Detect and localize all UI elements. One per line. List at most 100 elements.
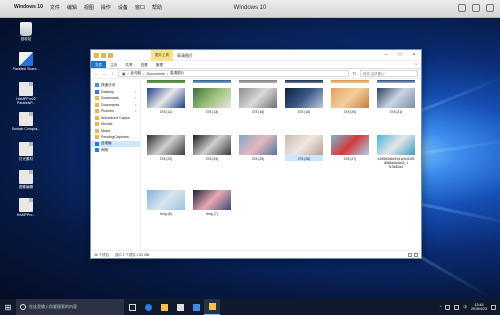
file-thumbnail[interactable]: 378 (25) <box>239 135 277 161</box>
taskbar-app-store[interactable] <box>172 299 188 315</box>
file-thumbnail[interactable]: 378 (16) <box>239 88 277 114</box>
image-preview <box>331 88 369 108</box>
breadcrumb-item[interactable]: Documents <box>147 72 165 76</box>
file-thumbnail[interactable] <box>239 80 277 83</box>
large-icons-view-icon[interactable] <box>414 252 418 257</box>
file-thumbnail[interactable]: 378 (11) <box>147 88 185 114</box>
tab-share[interactable]: 共享 <box>121 61 136 68</box>
folder-icon <box>95 122 99 127</box>
minimize-icon[interactable]: – <box>379 50 393 61</box>
file-name: 378 (26) <box>297 157 311 161</box>
tab-home[interactable]: 主页 <box>106 61 121 68</box>
close-icon[interactable]: × <box>407 50 421 61</box>
file-thumbnail[interactable]: 378 (24) <box>193 135 231 161</box>
file-name: 378 (18) <box>297 110 311 114</box>
image-preview <box>239 88 277 108</box>
file-thumbnail[interactable]: 378 (27) <box>331 135 369 161</box>
explorer-window-icon <box>208 303 216 310</box>
host-tool-icon[interactable] <box>486 4 494 12</box>
file-thumbnail[interactable]: timg (6) <box>147 190 185 216</box>
taskbar-app-file-explorer[interactable] <box>156 299 172 315</box>
breadcrumb[interactable]: ▣ › 此电脑 › Documents › 高清图片 <box>118 70 349 77</box>
view-switcher <box>408 252 418 257</box>
file-thumbnail[interactable]: 378 (20) <box>331 88 369 114</box>
image-preview <box>239 80 277 83</box>
desktop-icon-file[interactable]: HAMPPro22 ParallelsP... <box>10 82 42 105</box>
taskbar-app-task-view[interactable] <box>124 299 140 315</box>
taskbar: ⊞ 在这里输入你要搜索的内容 ^ 中 13:45 2019/4/23 <box>0 299 500 315</box>
search-input[interactable]: 搜索"高清图片" <box>360 70 418 77</box>
image-preview <box>193 135 231 155</box>
file-thumbnail[interactable] <box>331 80 369 83</box>
maximize-icon[interactable]: □ <box>393 50 407 61</box>
desktop-icon-file[interactable]: Smicab Compos... <box>10 112 42 131</box>
desktop-icon-file[interactable]: 灯光素材 <box>10 142 42 161</box>
folder-icon <box>95 102 99 107</box>
tray-chevron-icon[interactable]: ^ <box>440 305 442 309</box>
input-method-indicator[interactable]: 中 <box>463 305 467 310</box>
file-thumbnail[interactable]: e2e8d3d8e1941e5412f5 d0a8a4a4a43_1 f1364… <box>377 135 415 169</box>
breadcrumb-separator: › <box>127 71 129 76</box>
up-arrow-icon[interactable]: ↑ <box>110 71 115 76</box>
tab-file[interactable]: 文件 <box>91 61 107 68</box>
file-thumbnail[interactable] <box>285 80 323 83</box>
file-thumbnail[interactable]: 378 (21) <box>377 88 415 114</box>
start-button[interactable]: ⊞ <box>0 299 16 315</box>
desktop-icon-file[interactable]: HAMPPro... <box>10 198 42 217</box>
file-thumbnail[interactable]: 378 (22) <box>147 135 185 161</box>
image-preview <box>193 88 231 108</box>
nav-item-network[interactable]: 网络 <box>91 147 140 154</box>
explorer-title-bar[interactable]: 图片工具 高清图片 – □ × <box>91 50 421 61</box>
file-list[interactable]: 378 (11) 378 (13) 378 (16) 378 (18) 378 (20)… <box>141 80 421 250</box>
help-icon[interactable]: ? <box>411 61 421 68</box>
file-thumbnail[interactable]: 378 (18) <box>285 88 323 114</box>
desktop-icon-parallels-share[interactable]: Parallels Share... <box>10 52 42 71</box>
breadcrumb-item[interactable]: 高清图片 <box>170 71 184 76</box>
clock[interactable]: 13:45 2019/4/23 <box>471 303 487 311</box>
taskbar-app-edge[interactable] <box>140 299 156 315</box>
folder-icon <box>95 115 99 120</box>
action-center-icon[interactable] <box>491 304 496 310</box>
back-arrow-icon[interactable]: ← <box>94 71 99 76</box>
file-thumbnail[interactable]: timg (7) <box>193 190 231 216</box>
file-thumbnail[interactable]: 378 (13) <box>193 88 231 114</box>
image-preview <box>331 80 369 83</box>
file-thumbnail[interactable]: 378 (26) <box>285 135 323 161</box>
refresh-icon[interactable]: ↻ <box>352 71 357 77</box>
image-preview <box>377 80 415 83</box>
image-preview <box>377 88 415 108</box>
file-thumbnail[interactable] <box>147 80 185 83</box>
tab-view[interactable]: 查看 <box>137 61 152 68</box>
desktop-icon-file[interactable]: 图像编辑 <box>10 170 42 189</box>
properties-icon[interactable] <box>101 53 106 58</box>
new-folder-icon[interactable] <box>108 53 113 58</box>
image-preview <box>193 80 231 83</box>
file-thumbnail[interactable] <box>377 80 415 83</box>
taskbar-app-mail[interactable] <box>188 299 204 315</box>
host-tool-icon[interactable] <box>472 4 480 12</box>
forward-arrow-icon[interactable]: → <box>102 71 107 76</box>
nav-item-label: 此电脑 <box>101 141 112 146</box>
image-preview <box>239 135 277 155</box>
computer-icon <box>95 141 99 146</box>
file-name: 378 (25) <box>251 157 265 161</box>
picture-tools-context-tab[interactable]: 图片工具 <box>151 50 173 61</box>
cortana-icon <box>20 304 26 310</box>
volume-icon[interactable] <box>454 304 460 310</box>
nav-item-label: 网络 <box>101 147 109 152</box>
network-status-icon[interactable] <box>445 304 451 310</box>
host-tool-icon[interactable] <box>458 4 466 12</box>
file-thumbnail[interactable] <box>193 80 231 83</box>
folder-icon[interactable] <box>94 53 99 58</box>
breadcrumb-separator: › <box>143 71 145 76</box>
taskbar-search-box[interactable]: 在这里输入你要搜索的内容 <box>16 299 124 315</box>
details-view-icon[interactable] <box>408 252 412 257</box>
file-explorer-window: 图片工具 高清图片 – □ × 文件 主页 共享 查看 管理 ? ← → ↑ ▣… <box>90 49 422 259</box>
tab-manage[interactable]: 管理 <box>152 61 167 68</box>
desktop-icon-recycle-bin[interactable]: 回收站 <box>10 22 42 41</box>
navigation-pane[interactable]: 快速访问 Desktop ✦ Downloads ✦ Documents ✦ P… <box>91 80 141 250</box>
desktop-icon-label: HAMPPro22 ParallelsP... <box>16 97 36 105</box>
taskbar-app-explorer-window[interactable] <box>204 299 220 315</box>
breadcrumb-item[interactable]: 此电脑 <box>131 71 142 76</box>
file-name: e2e8d3d8e1941e5412f5 d0a8a4a4a43_1 f1364… <box>377 157 415 169</box>
